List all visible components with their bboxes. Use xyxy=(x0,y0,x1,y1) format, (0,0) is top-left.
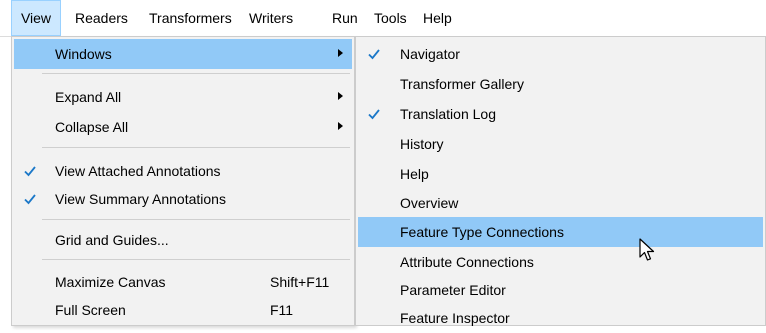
menu-item-windows[interactable]: Windows xyxy=(14,39,352,69)
menu-item-label: Attribute Connections xyxy=(400,254,534,270)
menu-item-transformer-gallery[interactable]: Transformer Gallery xyxy=(358,69,763,99)
menu-item-label: Windows xyxy=(55,46,112,62)
shortcut-label: Shift+F11 xyxy=(270,274,330,290)
menu-item-label: Feature Inspector xyxy=(400,310,510,326)
menu-separator xyxy=(42,147,350,148)
menu-item-grid-and-guides[interactable]: Grid and Guides... xyxy=(14,225,352,255)
menu-item-help[interactable]: Help xyxy=(358,159,763,189)
submenu-arrow-icon xyxy=(338,92,343,100)
menu-item-history[interactable]: History xyxy=(358,129,763,159)
submenu-arrow-icon xyxy=(338,49,343,57)
view-dropdown-menu: Windows Expand All Collapse All View Att… xyxy=(11,36,355,326)
menu-item-view-summary-annotations[interactable]: View Summary Annotations xyxy=(14,184,352,214)
menu-item-label: View Summary Annotations xyxy=(55,191,226,207)
menu-item-feature-type-connections[interactable]: Feature Type Connections xyxy=(358,217,763,247)
menu-item-full-screen[interactable]: Full Screen F11 xyxy=(14,295,352,325)
menu-item-label: Transformer Gallery xyxy=(400,76,524,92)
menu-item-label: Grid and Guides... xyxy=(55,232,169,248)
menu-item-label: Feature Type Connections xyxy=(400,224,564,240)
menu-item-parameter-editor[interactable]: Parameter Editor xyxy=(358,275,763,305)
menu-item-label: View Attached Annotations xyxy=(55,163,221,179)
menu-separator xyxy=(42,73,350,74)
menu-item-label: Help xyxy=(400,166,429,182)
menu-bar: View Readers Transformers Writers Run To… xyxy=(0,0,766,37)
menu-item-label: History xyxy=(400,136,444,152)
menu-item-label: Full Screen xyxy=(55,302,126,318)
menu-readers[interactable]: Readers xyxy=(75,0,128,36)
menu-item-expand-all[interactable]: Expand All xyxy=(14,82,352,112)
menu-view[interactable]: View xyxy=(11,0,61,36)
menu-separator xyxy=(42,259,350,260)
menu-item-feature-inspector[interactable]: Feature Inspector xyxy=(358,303,763,333)
menu-item-label: Parameter Editor xyxy=(400,282,506,298)
windows-submenu: Navigator Transformer Gallery Translatio… xyxy=(355,36,766,326)
menu-item-label: Overview xyxy=(400,195,459,211)
checkmark-icon xyxy=(368,109,380,120)
checkmark-icon xyxy=(24,194,36,205)
menu-item-navigator[interactable]: Navigator xyxy=(358,39,763,69)
menu-transformers[interactable]: Transformers xyxy=(149,0,232,36)
mouse-pointer-icon xyxy=(639,238,655,261)
menu-item-translation-log[interactable]: Translation Log xyxy=(358,99,763,129)
menu-item-collapse-all[interactable]: Collapse All xyxy=(14,112,352,142)
checkmark-icon xyxy=(24,166,36,177)
menu-item-label: Translation Log xyxy=(400,106,496,122)
shortcut-label: F11 xyxy=(270,302,294,318)
menu-writers[interactable]: Writers xyxy=(249,0,293,36)
menu-item-label: Expand All xyxy=(55,89,122,105)
menu-item-attribute-connections[interactable]: Attribute Connections xyxy=(358,247,763,277)
checkmark-icon xyxy=(368,49,380,60)
menu-item-label: Collapse All xyxy=(55,119,129,135)
menu-item-overview[interactable]: Overview xyxy=(358,188,763,218)
menu-tools[interactable]: Tools xyxy=(374,0,407,36)
menu-item-label: Maximize Canvas xyxy=(55,274,166,290)
menu-item-label: Navigator xyxy=(400,46,460,62)
menu-separator xyxy=(42,219,350,220)
menu-run[interactable]: Run xyxy=(332,0,358,36)
menu-item-maximize-canvas[interactable]: Maximize Canvas Shift+F11 xyxy=(14,267,352,297)
menu-help[interactable]: Help xyxy=(423,0,452,36)
submenu-arrow-icon xyxy=(338,122,343,130)
menu-item-view-attached-annotations[interactable]: View Attached Annotations xyxy=(14,156,352,186)
